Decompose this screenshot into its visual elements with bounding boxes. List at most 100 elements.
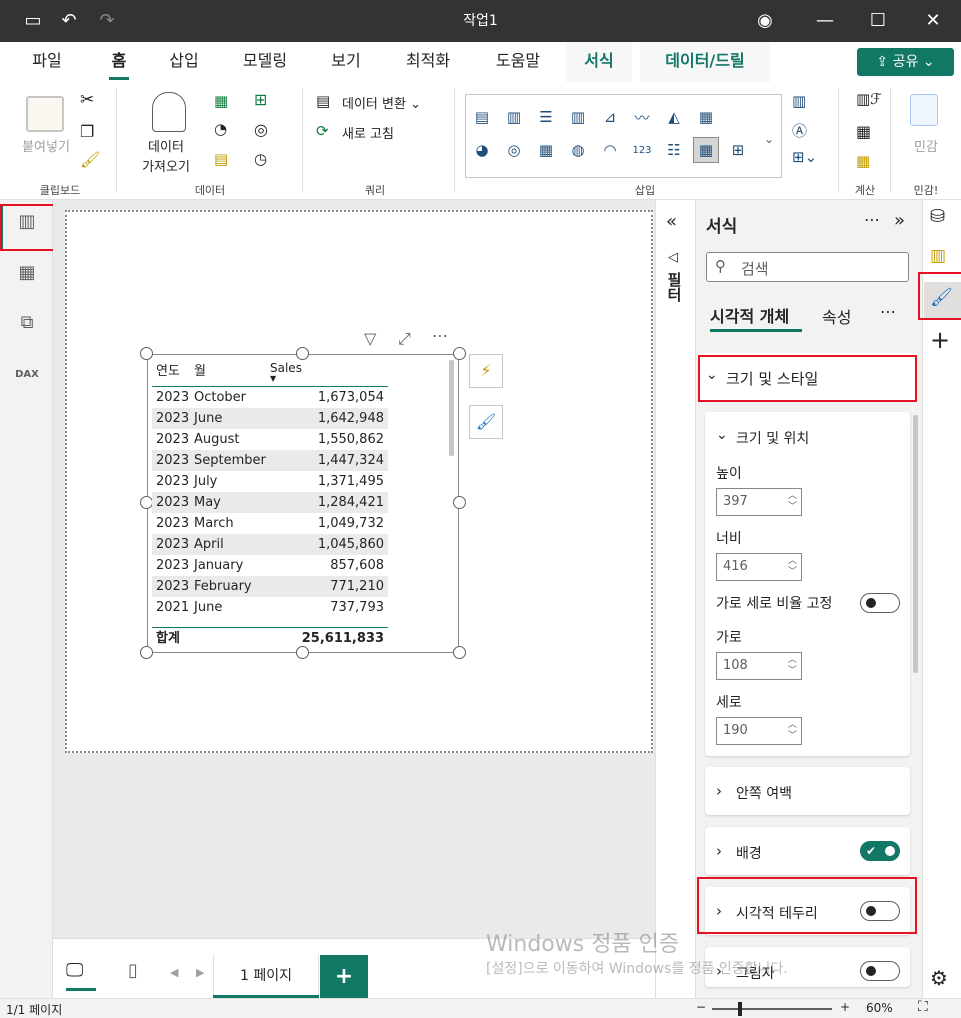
table-row[interactable]: 2023 June 1,642,948 [152, 408, 388, 429]
copy-icon[interactable]: ❐ [80, 122, 94, 141]
table-view-icon[interactable]: ▦ [10, 256, 44, 290]
add-page-button[interactable]: + [320, 955, 368, 998]
table-scrollbar[interactable] [449, 360, 454, 456]
increment-icon[interactable]: ︿ [788, 655, 797, 666]
zoom-in-icon[interactable]: + [840, 1000, 850, 1014]
header-month[interactable]: 월 [194, 360, 206, 379]
page-tab-1[interactable]: 1 페이지 [213, 955, 319, 998]
next-page-icon[interactable]: ▶ [196, 966, 204, 979]
clustered-column-icon[interactable]: ▥ [565, 104, 591, 130]
account-icon[interactable]: ◉ [750, 0, 780, 42]
collapse-pane-icon[interactable]: » [894, 210, 905, 231]
combo-chart-icon[interactable]: ⊿ [597, 104, 623, 130]
cut-icon[interactable]: ✂ [80, 90, 94, 110]
increment-icon[interactable]: ︿ [788, 491, 797, 502]
transform-data-button[interactable]: 데이터 변환 ⌄ [342, 93, 421, 112]
decrement-icon[interactable]: ﹀ [788, 502, 797, 513]
gauge-icon[interactable]: ◠ [597, 137, 623, 163]
tab-properties[interactable]: 속성 [822, 304, 851, 328]
get-data-label2[interactable]: 가져오기 [126, 156, 206, 175]
header-year[interactable]: 연도 [156, 360, 180, 379]
increment-icon[interactable]: ︿ [788, 720, 797, 731]
share-button[interactable]: ⇪ 공유 ⌄ [857, 48, 954, 76]
lock-ratio-toggle[interactable] [860, 593, 900, 613]
data-pane-icon[interactable]: ⛁ [930, 206, 945, 227]
fit-to-page-icon[interactable]: ⛶ [918, 999, 928, 1015]
tab-optimize[interactable]: 최적화 [390, 42, 466, 82]
build-visual-icon[interactable]: ⚡ [469, 354, 503, 388]
resize-handle[interactable] [453, 347, 466, 360]
table-row[interactable]: 2023 May 1,284,421 [152, 492, 388, 513]
decrement-icon[interactable]: ﹀ [788, 731, 797, 742]
header-sales[interactable]: Sales [270, 361, 302, 375]
desktop-layout-icon[interactable]: 🖵 [66, 960, 83, 981]
filter-icon[interactable]: ▽ [364, 329, 376, 348]
x-position-input[interactable]: 108 ︿ ﹀ [716, 652, 802, 680]
table-row[interactable]: 2023 August 1,550,862 [152, 429, 388, 450]
format-painter-icon[interactable]: 🖌 [80, 150, 100, 169]
tab-visual[interactable]: 시각적 개체 [710, 303, 789, 327]
minimize-icon[interactable]: — [810, 0, 840, 42]
calculation-icon[interactable]: ▦ [856, 152, 870, 170]
dataflow-icon[interactable]: ▤ [214, 150, 228, 168]
tab-format[interactable]: 서식 [566, 42, 632, 82]
table-row[interactable]: 2023 July 1,371,495 [152, 471, 388, 492]
recent-sources-icon[interactable]: ◷ [254, 150, 267, 168]
sensitivity-button[interactable]: 민감 [896, 136, 956, 155]
focus-mode-icon[interactable]: ⤢ [398, 329, 411, 349]
ribbon-chart-icon[interactable]: ▦ [693, 104, 719, 130]
line-chart-icon[interactable]: 〰 [629, 104, 655, 130]
maximize-icon[interactable]: ☐ [863, 0, 893, 42]
shadow-toggle[interactable] [860, 961, 900, 981]
map-icon[interactable]: ◍ [565, 137, 591, 163]
tab-insert[interactable]: 삽입 [156, 42, 212, 82]
treemap-icon[interactable]: ▦ [533, 137, 559, 163]
area-chart-icon[interactable]: ◭ [661, 104, 687, 130]
format-visual-icon[interactable]: 🖌 [469, 405, 503, 439]
filter-pane-label[interactable]: 필터 [665, 272, 685, 302]
table-visual-icon[interactable]: ▦ [693, 137, 719, 163]
text-box-icon[interactable]: Ⓐ [792, 120, 807, 141]
increment-icon[interactable]: ︿ [788, 556, 797, 567]
add-pane-icon[interactable]: + [930, 326, 950, 354]
card-icon[interactable]: 123 [629, 137, 655, 163]
stacked-bar-icon[interactable]: ▤ [469, 104, 495, 130]
model-view-icon[interactable]: ⧉ [10, 306, 44, 340]
decrement-icon[interactable]: ﹀ [788, 666, 797, 677]
table-row[interactable]: 2021 June 737,793 [152, 597, 388, 618]
table-row[interactable]: 2023 February 771,210 [152, 576, 388, 597]
enter-data-icon[interactable]: ⊞ [254, 90, 267, 109]
more-options-icon[interactable]: ⋯ [432, 326, 448, 345]
mobile-layout-icon[interactable]: ▯ [128, 960, 138, 981]
close-icon[interactable]: ✕ [918, 0, 948, 42]
format-pane-scrollbar[interactable] [913, 415, 918, 673]
height-input[interactable]: 397 ︿ ﹀ [716, 488, 802, 516]
more-visuals-icon[interactable]: ⊞⌄ [792, 148, 817, 166]
excel-icon[interactable]: ▦ [214, 92, 228, 110]
tab-home[interactable]: 홈 [94, 42, 144, 82]
donut-chart-icon[interactable]: ◎ [501, 137, 527, 163]
new-measure-icon[interactable]: ▥ℱ [856, 90, 882, 108]
refresh-button[interactable]: 새로 고침 [342, 123, 394, 142]
table-row[interactable]: 2023 September 1,447,324 [152, 450, 388, 471]
multi-row-card-icon[interactable]: ☷ [661, 137, 687, 163]
zoom-thumb[interactable] [738, 1002, 742, 1016]
table-row[interactable]: 2023 March 1,049,732 [152, 513, 388, 534]
tab-file[interactable]: 파일 [18, 42, 76, 82]
dataverse-icon[interactable]: ◎ [254, 120, 268, 139]
onelake-icon[interactable]: ◔ [214, 120, 227, 138]
tab-data-drill[interactable]: 데이터/드릴 [640, 42, 770, 82]
search-input[interactable]: ⚲ 검색 [706, 252, 909, 282]
zoom-out-icon[interactable]: − [696, 1000, 706, 1014]
resize-handle[interactable] [453, 496, 466, 509]
width-input[interactable]: 416 ︿ ﹀ [716, 553, 802, 581]
matrix-icon[interactable]: ⊞ [725, 137, 751, 163]
stacked-column-icon[interactable]: ▥ [501, 104, 527, 130]
build-pane-icon[interactable]: ▥ [930, 246, 946, 266]
tab-modeling[interactable]: 모델링 [228, 42, 302, 82]
paste-button[interactable]: 붙여넣기 [10, 136, 82, 155]
size-position-label[interactable]: 크기 및 위치 [736, 428, 809, 448]
resize-handle[interactable] [453, 646, 466, 659]
gallery-expand-icon[interactable]: ⌄ [764, 132, 774, 146]
expand-filters-icon[interactable]: « [666, 211, 677, 232]
